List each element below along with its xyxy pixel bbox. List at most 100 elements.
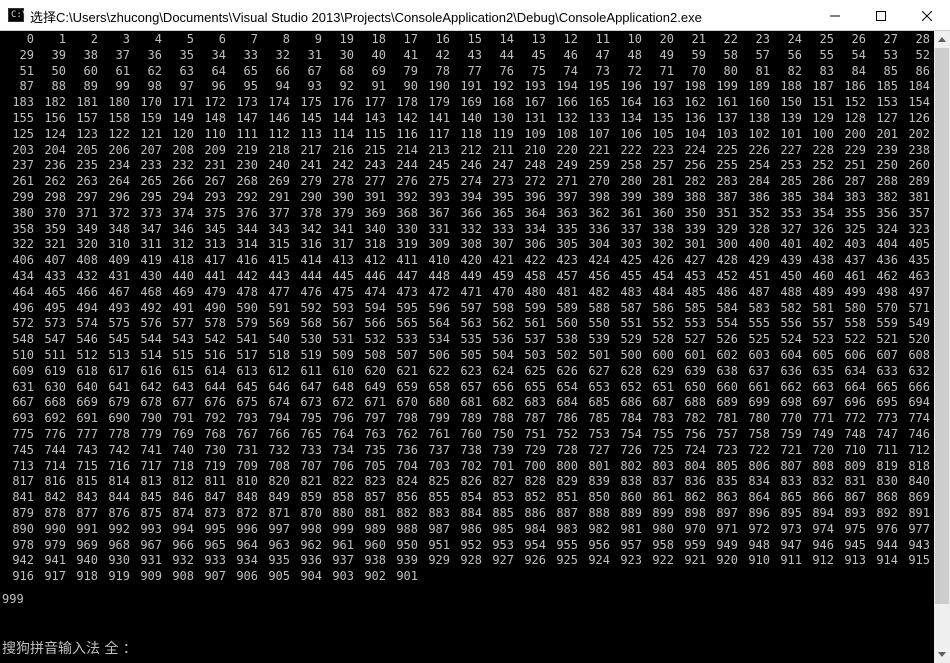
console-number: 506 (428, 347, 450, 362)
console-number: 955 (556, 537, 578, 552)
console-number: 269 (268, 174, 290, 189)
scroll-down-button[interactable] (934, 646, 950, 663)
console-number: 420 (460, 253, 482, 268)
console-number: 518 (268, 347, 290, 362)
console-number: 686 (620, 395, 642, 410)
console-number: 792 (204, 411, 226, 426)
console-number: 527 (684, 332, 706, 347)
console-number: 233 (140, 158, 162, 173)
console-number: 22 (723, 32, 738, 46)
console-number: 347 (140, 221, 162, 236)
close-button[interactable] (904, 0, 950, 31)
console-number: 242 (332, 158, 354, 173)
console-number: 734 (332, 442, 354, 457)
console-number: 487 (748, 284, 770, 299)
console-number: 179 (428, 95, 450, 110)
console-app-icon[interactable]: C:\ (8, 8, 27, 22)
console-number: 131 (524, 110, 546, 125)
console-number: 9 (314, 32, 322, 46)
console-number: 656 (492, 379, 514, 394)
maximize-button[interactable] (858, 0, 904, 31)
console-number: 25 (819, 32, 834, 46)
vertical-scrollbar[interactable] (934, 31, 950, 663)
console-number: 410 (428, 253, 450, 268)
console-number: 680 (428, 395, 450, 410)
console-number: 922 (652, 553, 674, 568)
console-number: 325 (844, 221, 866, 236)
console-number: 334 (524, 221, 546, 236)
console-number: 366 (460, 205, 482, 220)
console-number: 330 (396, 221, 418, 236)
console-number: 801 (588, 458, 610, 473)
console-number: 854 (460, 490, 482, 505)
console-number: 848 (236, 490, 258, 505)
console-number: 218 (268, 142, 290, 157)
console-number: 355 (844, 205, 866, 220)
console-number: 787 (524, 411, 546, 426)
console-number: 962 (300, 537, 322, 552)
console-number: 344 (236, 221, 258, 236)
console-number: 270 (588, 174, 610, 189)
console-number: 96 (211, 79, 226, 94)
title-bar[interactable]: C:\ 选择C:\Users\zhucong\Documents\Visual … (0, 0, 950, 31)
console-number: 437 (844, 253, 866, 268)
console-number: 717 (140, 458, 162, 473)
console-number: 509 (332, 347, 354, 362)
scrollbar-thumb[interactable] (935, 48, 949, 604)
console-number: 244 (396, 158, 418, 173)
console-number: 319 (396, 237, 418, 252)
console-number: 392 (396, 189, 418, 204)
scroll-up-button[interactable] (934, 31, 950, 48)
console-number: 65 (243, 63, 258, 78)
console-number: 15 (467, 32, 482, 46)
console-number: 613 (236, 363, 258, 378)
console-number: 472 (428, 284, 450, 299)
console-number: 601 (684, 347, 706, 362)
console-number: 128 (844, 110, 866, 125)
console-number: 6 (218, 32, 226, 46)
console-number: 273 (492, 174, 514, 189)
console-number: 206 (108, 142, 130, 157)
console-number: 804 (684, 458, 706, 473)
console-number: 253 (780, 158, 802, 173)
console-number: 288 (876, 174, 898, 189)
console-number: 914 (876, 553, 898, 568)
console-number: 569 (268, 316, 290, 331)
console-number: 414 (300, 253, 322, 268)
console-number: 350 (684, 205, 706, 220)
console-number: 276 (396, 174, 418, 189)
console-number: 351 (716, 205, 738, 220)
console-number: 891 (908, 505, 930, 520)
console-number: 894 (812, 505, 834, 520)
console-number: 884 (460, 505, 482, 520)
console-number: 608 (908, 347, 930, 362)
console-number: 490 (204, 300, 226, 315)
console-number: 658 (428, 379, 450, 394)
minimize-button[interactable] (812, 0, 858, 31)
console-number: 533 (396, 332, 418, 347)
console-number: 730 (204, 442, 226, 457)
console-number: 885 (492, 505, 514, 520)
console-number: 737 (428, 442, 450, 457)
console-number: 597 (460, 300, 482, 315)
console-number: 924 (588, 553, 610, 568)
console-number: 584 (716, 300, 738, 315)
console-number: 129 (812, 110, 834, 125)
console-number: 132 (556, 110, 578, 125)
console-number: 262 (44, 174, 66, 189)
console-number: 912 (812, 553, 834, 568)
console-number: 379 (332, 205, 354, 220)
console-number: 29 (19, 47, 34, 62)
console-number: 779 (140, 426, 162, 441)
console-number: 946 (812, 537, 834, 552)
console-number: 761 (428, 426, 450, 441)
console-output-area[interactable]: 0 1 2 3 4 5 6 7 8 9 19 18 17 16 15 14 13 12 11 10 20 21 22 23 24… (0, 31, 934, 663)
console-number: 870 (300, 505, 322, 520)
console-number: 302 (652, 237, 674, 252)
console-number: 575 (108, 316, 130, 331)
console-number: 984 (524, 521, 546, 536)
console-number: 484 (652, 284, 674, 299)
console-number: 278 (332, 174, 354, 189)
console-number: 55 (819, 47, 834, 62)
console-number: 247 (492, 158, 514, 173)
